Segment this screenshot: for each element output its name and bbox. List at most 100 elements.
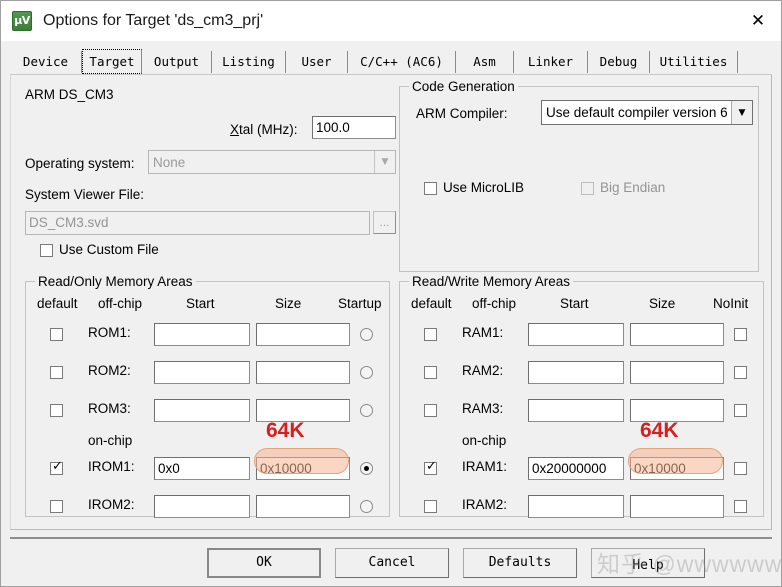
iram2-noinit-checkbox[interactable] — [734, 500, 747, 513]
tab-linker[interactable]: Linker — [514, 51, 588, 73]
rom3-label: ROM3: — [88, 401, 131, 416]
footer-separator — [10, 537, 772, 539]
tab-c-cpp[interactable]: C/C++ (AC6) — [348, 51, 456, 73]
iram1-start-input[interactable]: 0x20000000 — [528, 457, 624, 480]
ram2-label: RAM2: — [462, 363, 504, 378]
rom3-start-input[interactable] — [154, 399, 250, 422]
rw-onchip-label: on-chip — [462, 433, 507, 448]
rw-header-default: default — [411, 296, 452, 311]
ro-header-start: Start — [186, 296, 215, 311]
rom3-startup-radio[interactable] — [360, 404, 373, 417]
code-generation-title: Code Generation — [409, 79, 518, 94]
rom3-default-checkbox[interactable] — [50, 404, 63, 417]
readwrite-memory-title: Read/Write Memory Areas — [409, 274, 574, 289]
irom2-default-checkbox[interactable] — [50, 500, 63, 513]
window-title: Options for Target 'ds_cm3_prj' — [43, 12, 264, 29]
readonly-memory-title: Read/Only Memory Areas — [35, 274, 196, 289]
xtal-input[interactable]: 100.0 — [312, 116, 396, 139]
operating-system-label: Operating system: — [25, 156, 135, 171]
operating-system-select[interactable]: None ▼ — [148, 150, 396, 174]
irom2-startup-radio[interactable] — [360, 500, 373, 513]
code-generation-group: Code Generation ARM Compiler: Use defaul… — [399, 79, 759, 272]
irom1-startup-radio[interactable] — [360, 462, 373, 475]
tab-user[interactable]: User — [286, 51, 348, 73]
chevron-down-icon: ▼ — [731, 101, 752, 124]
ram3-label: RAM3: — [462, 401, 504, 416]
arm-compiler-label: ARM Compiler: — [416, 106, 508, 121]
iram1-default-checkbox[interactable]: ✓ — [424, 460, 437, 475]
rom1-label: ROM1: — [88, 325, 131, 340]
irom2-start-input[interactable] — [154, 495, 250, 518]
rom2-start-input[interactable] — [154, 361, 250, 384]
iram1-size-annotation: 64K — [640, 419, 679, 442]
irom1-start-input[interactable]: 0x0 — [154, 457, 250, 480]
irom1-size-input[interactable]: 0x10000 — [256, 457, 350, 480]
tab-output[interactable]: Output — [142, 51, 212, 73]
ram1-label: RAM1: — [462, 325, 504, 340]
iram2-start-input[interactable] — [528, 495, 624, 518]
irom1-default-checkbox[interactable]: ✓ — [50, 460, 63, 475]
irom1-size-annotation: 64K — [266, 419, 305, 442]
ram1-default-checkbox[interactable] — [424, 328, 437, 341]
readwrite-memory-group: Read/Write Memory Areas default off-chip… — [399, 274, 764, 518]
tab-utilities[interactable]: Utilities — [650, 51, 738, 73]
ram2-noinit-checkbox[interactable] — [734, 366, 747, 379]
system-viewer-file-label: System Viewer File: — [25, 187, 145, 202]
iram2-size-input[interactable] — [630, 495, 724, 518]
irom2-size-input[interactable] — [256, 495, 350, 518]
rw-header-offchip: off-chip — [472, 296, 517, 311]
use-microlib-label: Use MicroLIB — [443, 180, 525, 195]
ram1-size-input[interactable] — [630, 323, 724, 346]
ram1-start-input[interactable] — [528, 323, 624, 346]
close-icon[interactable]: ✕ — [735, 1, 781, 41]
iram2-label: IRAM2: — [462, 497, 508, 512]
ok-button[interactable]: OK — [207, 548, 321, 578]
device-name-label: ARM DS_CM3 — [25, 87, 114, 102]
ram2-size-input[interactable] — [630, 361, 724, 384]
arm-compiler-select[interactable]: Use default compiler version 6 ▼ — [541, 100, 753, 125]
defaults-button[interactable]: Defaults — [463, 548, 577, 578]
rom1-start-input[interactable] — [154, 323, 250, 346]
cancel-button[interactable]: Cancel — [335, 548, 449, 578]
rom1-startup-radio[interactable] — [360, 328, 373, 341]
ram3-start-input[interactable] — [528, 399, 624, 422]
target-settings-panel: ARM DS_CM3 Xtal (MHz): 100.0 Operating s… — [10, 75, 772, 530]
ram1-noinit-checkbox[interactable] — [734, 328, 747, 341]
tab-strip: Device Target Output Listing User C/C++ … — [10, 49, 772, 75]
ram3-noinit-checkbox[interactable] — [734, 404, 747, 417]
iram1-size-input[interactable]: 0x10000 — [630, 457, 724, 480]
ro-header-default: default — [37, 296, 78, 311]
rw-header-noinit: NoInit — [713, 296, 749, 311]
tab-target[interactable]: Target — [82, 49, 142, 74]
rom2-size-input[interactable] — [256, 361, 350, 384]
rom2-startup-radio[interactable] — [360, 366, 373, 379]
ram3-default-checkbox[interactable] — [424, 404, 437, 417]
rom2-default-checkbox[interactable] — [50, 366, 63, 379]
arm-compiler-value: Use default compiler version 6 — [546, 105, 728, 120]
use-custom-file-checkbox[interactable] — [40, 244, 53, 257]
use-custom-file-label: Use Custom File — [59, 242, 159, 257]
help-button[interactable]: Help — [591, 548, 705, 578]
system-viewer-browse-button[interactable]: ... — [373, 211, 396, 234]
rom1-default-checkbox[interactable] — [50, 328, 63, 341]
rom1-size-input[interactable] — [256, 323, 350, 346]
iram1-noinit-checkbox[interactable] — [734, 462, 747, 475]
xtal-label: Xtal (MHz): — [230, 122, 298, 137]
big-endian-label: Big Endian — [600, 180, 666, 195]
options-for-target-dialog: µV Options for Target 'ds_cm3_prj' ✕ Dev… — [0, 0, 782, 587]
big-endian-checkbox — [581, 182, 594, 195]
system-viewer-file-input[interactable]: DS_CM3.svd — [25, 211, 370, 235]
ram2-start-input[interactable] — [528, 361, 624, 384]
tab-listing[interactable]: Listing — [212, 51, 286, 73]
tab-device[interactable]: Device — [10, 51, 82, 73]
title-bar: µV Options for Target 'ds_cm3_prj' ✕ — [1, 1, 781, 41]
ram2-default-checkbox[interactable] — [424, 366, 437, 379]
chevron-down-icon: ▼ — [374, 151, 395, 173]
tab-debug[interactable]: Debug — [588, 51, 650, 73]
ro-header-size: Size — [275, 296, 302, 311]
iram2-default-checkbox[interactable] — [424, 500, 437, 513]
operating-system-value: None — [153, 154, 186, 170]
irom1-label: IROM1: — [88, 459, 135, 474]
use-microlib-checkbox[interactable] — [424, 182, 437, 195]
tab-asm[interactable]: Asm — [456, 51, 514, 73]
